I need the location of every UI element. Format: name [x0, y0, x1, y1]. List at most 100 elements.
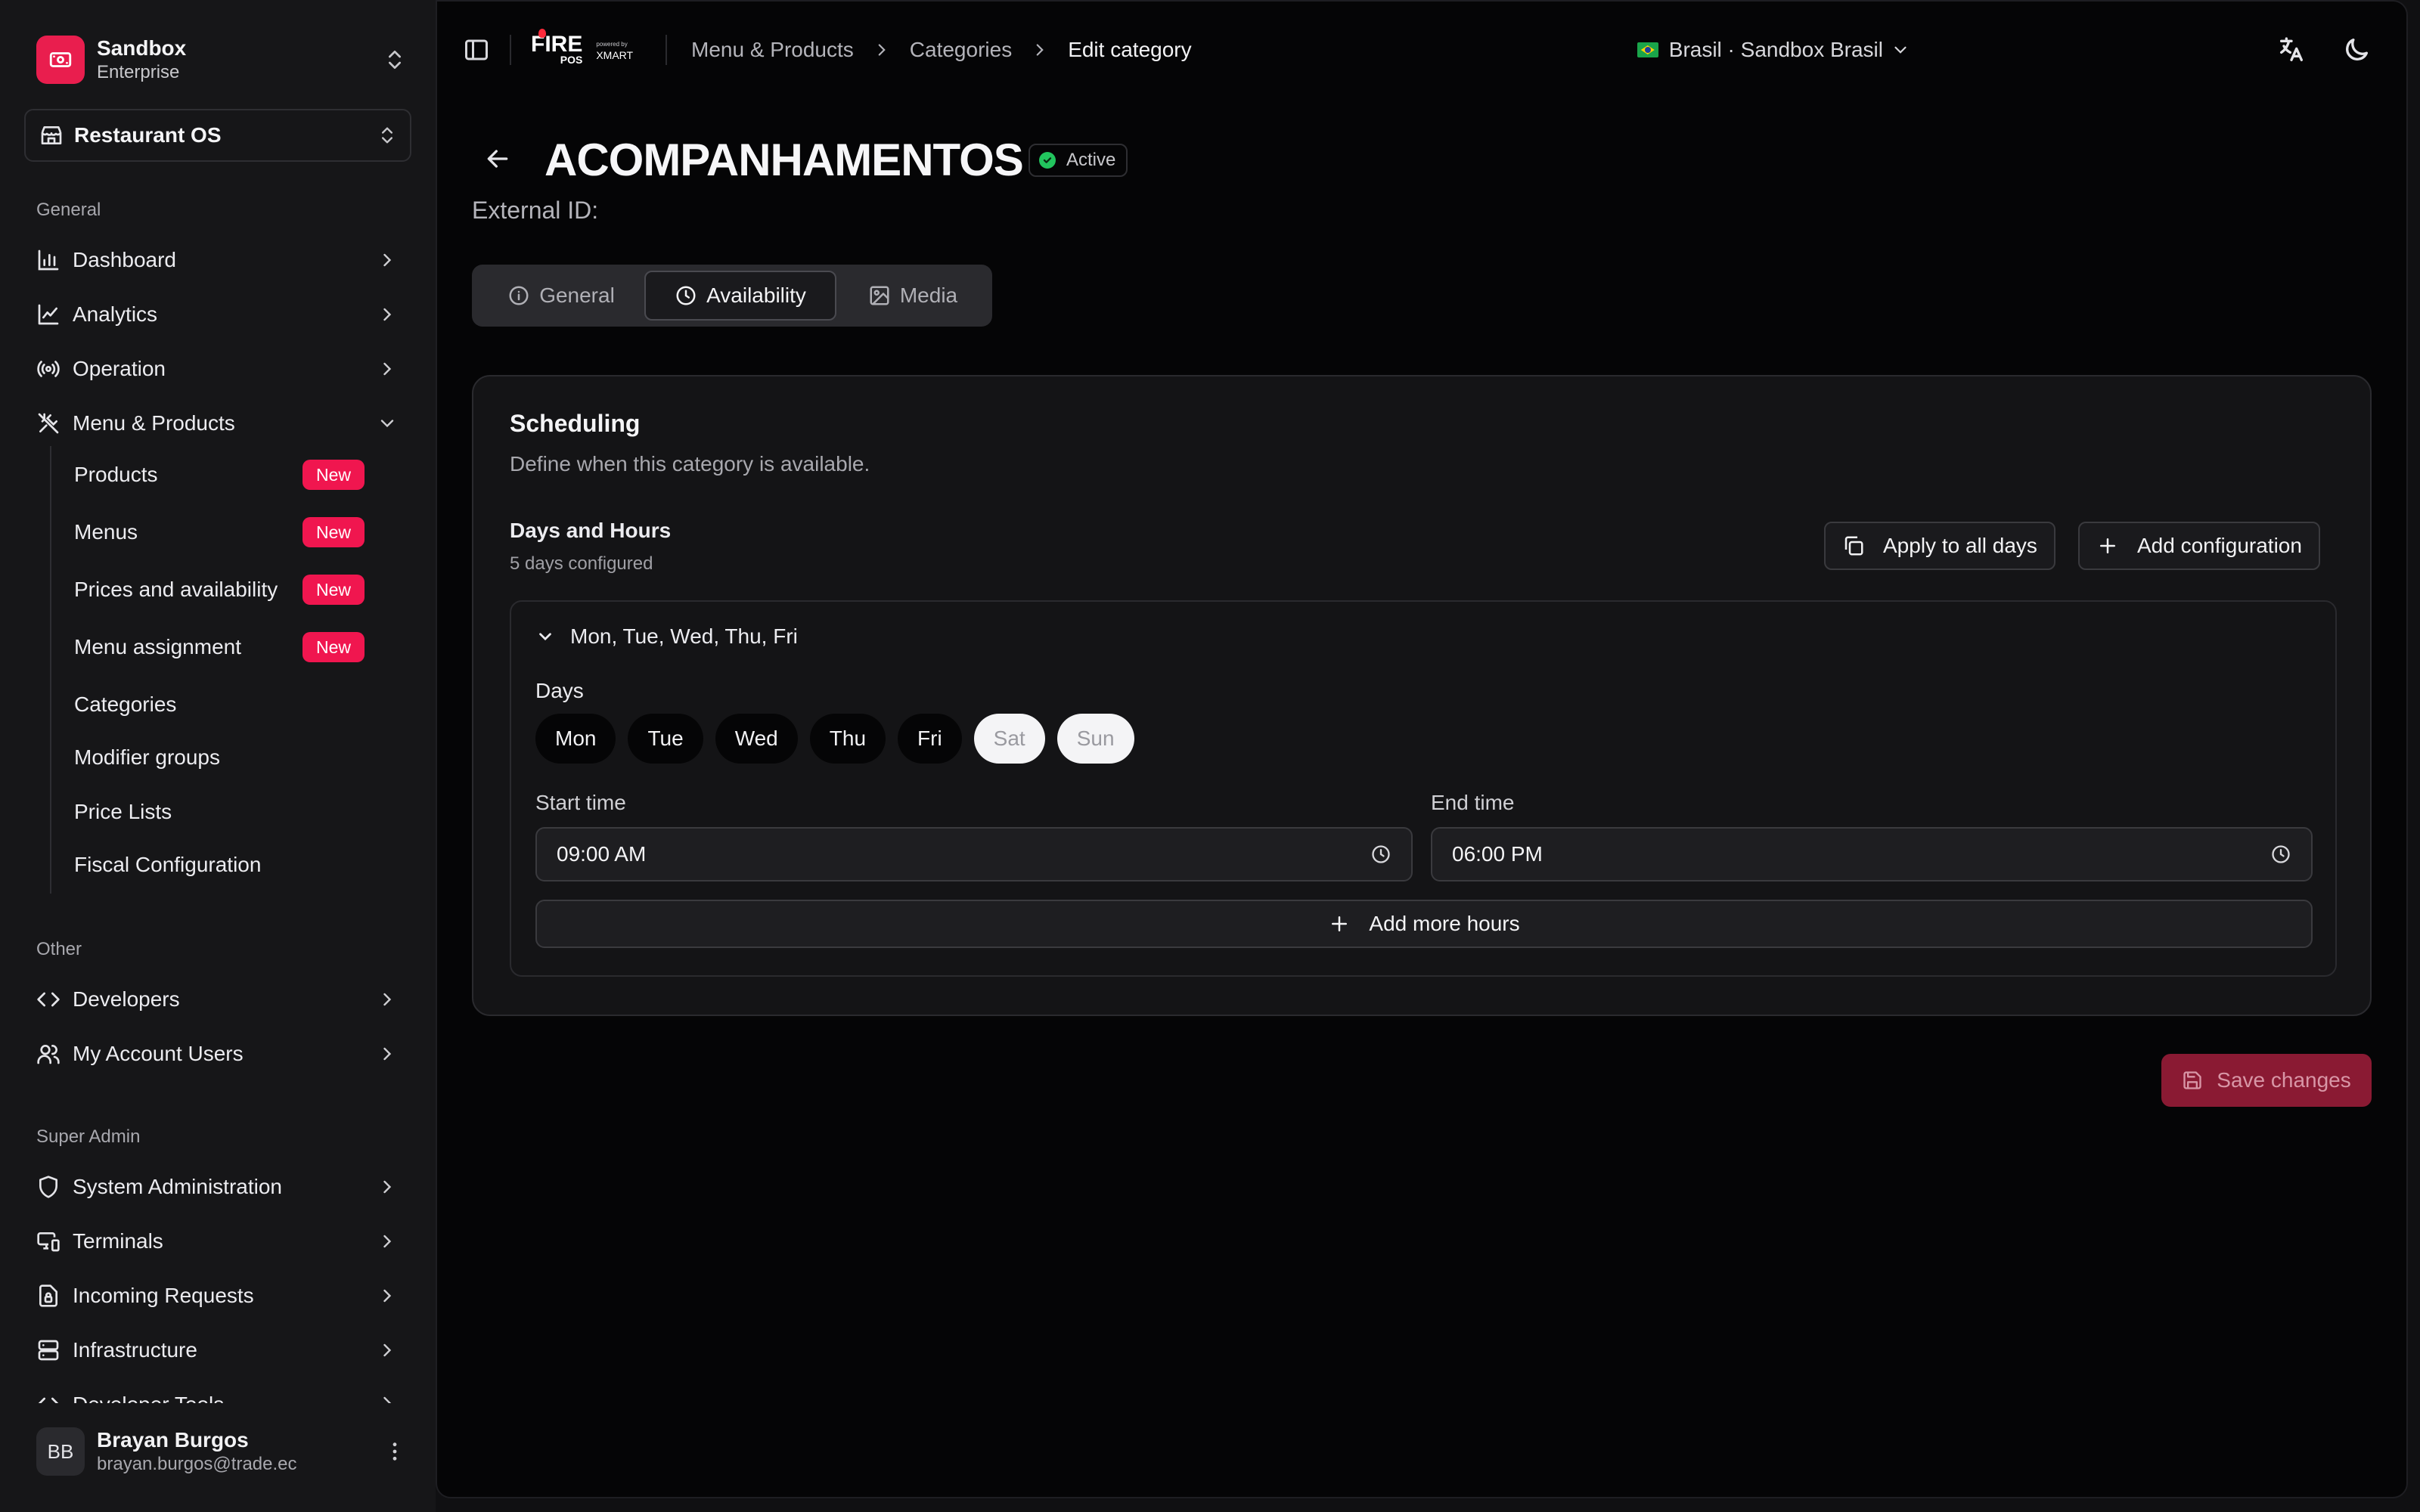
- bar-chart-icon: [36, 248, 60, 272]
- breadcrumb-item[interactable]: Menu & Products: [691, 38, 854, 62]
- chevron-down-icon: [535, 627, 555, 646]
- chevron-right-icon: [377, 1231, 398, 1252]
- sidebar-item-analytics[interactable]: Analytics: [36, 295, 404, 334]
- button-label: Add more hours: [1369, 912, 1520, 935]
- add-configuration-button[interactable]: Add configuration: [2078, 522, 2320, 570]
- language-icon[interactable]: [2276, 35, 2307, 65]
- topbar: FIRE POS powered by XMART Menu & Products …: [437, 2, 2406, 98]
- chevron-right-icon: [377, 1176, 398, 1198]
- chevron-right-icon: [872, 40, 892, 60]
- back-arrow-icon[interactable]: [482, 144, 513, 174]
- sidebar-item-label: Developers: [73, 987, 180, 1011]
- sidebar-item-label: Incoming Requests: [73, 1284, 254, 1307]
- sidebar-subitem-label: Categories: [74, 692, 177, 716]
- chevrons-up-down-icon: [383, 48, 407, 72]
- user-menu[interactable]: BB Brayan Burgos brayan.burgos@trade.ec: [36, 1423, 407, 1480]
- card-description: Define when this category is available.: [510, 452, 870, 476]
- info-icon: [507, 284, 530, 307]
- sidebar-item-terminals[interactable]: Terminals: [36, 1222, 404, 1261]
- tab-label: Availability: [706, 284, 806, 307]
- chevron-right-icon: [377, 1043, 398, 1064]
- add-more-hours-button[interactable]: Add more hours: [535, 900, 2313, 948]
- schedule-config-block: Mon, Tue, Wed, Thu, Fri Days Mon Tue Wed Th…: [510, 600, 2337, 977]
- sidebar-toggle-icon[interactable]: [463, 36, 490, 64]
- clock-icon: [1370, 844, 1392, 865]
- day-toggle-sun[interactable]: Sun: [1056, 714, 1134, 764]
- sidebar-item-system-administration[interactable]: System Administration: [36, 1167, 404, 1207]
- sidebar-subitem-categories[interactable]: Categories: [74, 685, 365, 724]
- breadcrumb-item[interactable]: Categories: [910, 38, 1012, 62]
- chevron-down-icon: [1891, 40, 1910, 60]
- avatar: BB: [36, 1427, 85, 1476]
- status-badge: Active: [1028, 144, 1128, 177]
- day-toggle-fri[interactable]: Fri: [898, 714, 962, 764]
- sidebar-subitem-menu-assignment[interactable]: Menu assignment New: [74, 627, 365, 667]
- sidebar-item-label: My Account Users: [73, 1042, 244, 1065]
- sidebar-item-menu-products[interactable]: Menu & Products: [36, 404, 404, 443]
- tab-label: General: [539, 284, 615, 307]
- org-plan: Enterprise: [97, 62, 180, 82]
- sidebar-subitem-prices-availability[interactable]: Prices and availability New: [74, 570, 365, 609]
- sidebar-item-developers[interactable]: Developers: [36, 980, 404, 1019]
- clock-icon: [2270, 844, 2291, 865]
- chevron-right-icon: [377, 1393, 398, 1403]
- scheduling-card: Scheduling Define when this category is …: [472, 375, 2372, 1016]
- moon-icon[interactable]: [2341, 35, 2372, 65]
- more-vertical-icon[interactable]: [383, 1439, 407, 1464]
- sidebar-subitem-price-lists[interactable]: Price Lists: [74, 792, 365, 832]
- sidebar-item-infrastructure[interactable]: Infrastructure: [36, 1331, 404, 1370]
- sidebar-subitem-fiscal-configuration[interactable]: Fiscal Configuration: [74, 845, 365, 885]
- store-selector[interactable]: Brasil · Sandbox Brasil: [1637, 38, 1910, 62]
- day-toggle-wed[interactable]: Wed: [715, 714, 798, 764]
- day-toggle-sat[interactable]: Sat: [973, 714, 1045, 764]
- end-time-input[interactable]: 06:00 PM: [1431, 827, 2313, 881]
- status-label: Active: [1066, 150, 1116, 170]
- sidebar-item-label: Analytics: [73, 302, 158, 326]
- plus-icon: [2096, 534, 2119, 557]
- config-collapse-toggle[interactable]: Mon, Tue, Wed, Thu, Fri: [535, 624, 798, 649]
- sidebar-item-label: Dashboard: [73, 248, 176, 271]
- chevron-right-icon: [377, 304, 398, 325]
- brazil-flag-icon: [1637, 42, 1658, 57]
- end-time-value: 06:00 PM: [1452, 842, 1543, 866]
- sidebar-subitem-modifier-groups[interactable]: Modifier groups: [74, 738, 365, 777]
- sidebar: Sandbox Enterprise Restaurant OS General…: [0, 0, 436, 1512]
- users-icon: [36, 1042, 60, 1066]
- org-switcher[interactable]: Sandbox Enterprise: [36, 33, 407, 86]
- save-changes-button[interactable]: Save changes: [2161, 1054, 2372, 1107]
- day-toggle-mon[interactable]: Mon: [535, 714, 616, 764]
- new-badge: New: [302, 460, 365, 490]
- sidebar-item-dashboard[interactable]: Dashboard: [36, 240, 404, 280]
- sidebar-item-operation[interactable]: Operation: [36, 349, 404, 389]
- copy-icon: [1842, 534, 1865, 557]
- tab-general[interactable]: General: [478, 271, 644, 321]
- xmart-logo: powered by XMART: [596, 41, 634, 61]
- day-toggle-tue[interactable]: Tue: [628, 714, 703, 764]
- sidebar-item-my-account-users[interactable]: My Account Users: [36, 1034, 404, 1074]
- app-selector[interactable]: Restaurant OS: [24, 109, 411, 162]
- user-email: brayan.burgos@trade.ec: [97, 1454, 297, 1474]
- section-label-general: General: [36, 200, 101, 220]
- start-time-label: Start time: [535, 791, 626, 814]
- tab-media[interactable]: Media: [839, 271, 986, 321]
- day-toggle-thu[interactable]: Thu: [809, 714, 886, 764]
- chevron-right-icon: [377, 1340, 398, 1361]
- apply-all-days-button[interactable]: Apply to all days: [1824, 522, 2055, 570]
- divider: [666, 35, 667, 65]
- plus-icon: [1328, 912, 1351, 935]
- sidebar-subitem-label: Fiscal Configuration: [74, 853, 262, 876]
- start-time-input[interactable]: 09:00 AM: [535, 827, 1413, 881]
- section-label-super-admin: Super Admin: [36, 1126, 141, 1147]
- chevrons-up-down-icon: [377, 125, 398, 146]
- end-time-label: End time: [1431, 791, 1515, 814]
- image-icon: [868, 284, 891, 307]
- sidebar-subitem-products[interactable]: Products New: [74, 455, 365, 494]
- sidebar-item-developer-tools[interactable]: Developer Tools: [36, 1385, 404, 1403]
- new-badge: New: [302, 575, 365, 605]
- firepos-logo: FIRE POS: [531, 29, 582, 65]
- chevron-right-icon: [1030, 40, 1050, 60]
- sidebar-item-incoming-requests[interactable]: Incoming Requests: [36, 1276, 404, 1315]
- tab-availability[interactable]: Availability: [644, 271, 836, 321]
- sidebar-subitem-menus[interactable]: Menus New: [74, 513, 365, 552]
- file-lock-icon: [36, 1284, 60, 1308]
